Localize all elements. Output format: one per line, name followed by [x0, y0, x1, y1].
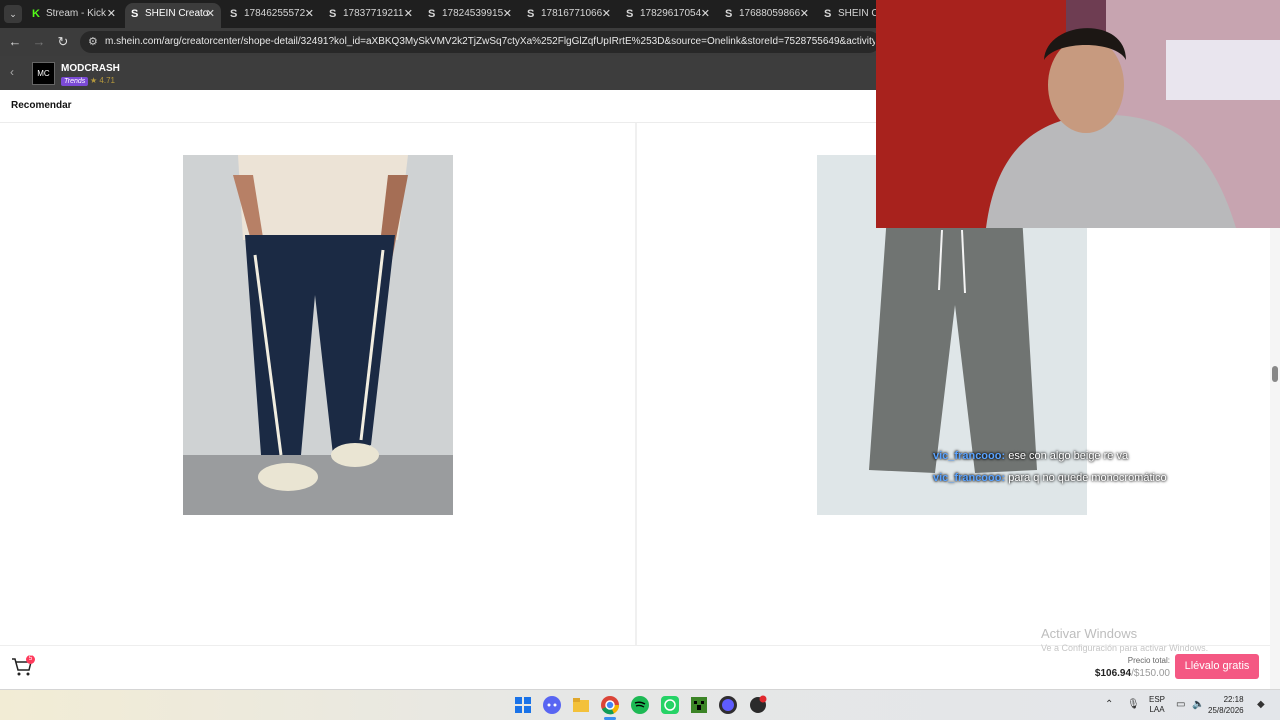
- volume-icon[interactable]: 🔈: [1192, 699, 1204, 710]
- shein-icon: S: [824, 8, 832, 20]
- chat-text: ese con algo beige re va: [1008, 450, 1129, 462]
- column-divider: [635, 123, 637, 645]
- chrome-icon[interactable]: [600, 695, 620, 715]
- shop-logo[interactable]: MC: [32, 62, 55, 85]
- chevron-up-icon[interactable]: ⌃: [1105, 699, 1113, 710]
- section-title: Recomendar: [11, 100, 72, 111]
- chat-username: vic_francooo:: [933, 472, 1006, 484]
- shein-icon: S: [527, 8, 535, 20]
- language-indicator[interactable]: ESP LAA: [1149, 695, 1165, 715]
- tab-shein-creator[interactable]: S SHEIN Creator ✕: [125, 3, 221, 28]
- activate-windows-subtitle: Ve a Configuración para activar Windows.: [1041, 643, 1209, 653]
- url-text[interactable]: m.shein.com/arg/creatorcenter/shope-deta…: [105, 36, 875, 47]
- price-current: $106.94: [1094, 668, 1132, 679]
- tab-search-icon[interactable]: ⌄: [4, 5, 22, 23]
- chat-message: vic_francooo: ese con algo beige re va: [933, 450, 1128, 462]
- price-label: Precio total:: [1127, 656, 1170, 665]
- close-tab-icon[interactable]: ✕: [503, 3, 512, 25]
- notification-icon[interactable]: ◆: [1257, 699, 1265, 710]
- site-info-icon[interactable]: ⚙: [88, 35, 98, 48]
- kick-icon: K: [32, 8, 40, 20]
- close-tab-icon[interactable]: ✕: [107, 3, 116, 25]
- microphone-icon[interactable]: 🎙: [1127, 699, 1140, 710]
- tab-title: 17824539915: [442, 8, 504, 19]
- lang-top: ESP: [1149, 695, 1166, 704]
- tab-shein-item[interactable]: S 17688059866 ✕: [719, 3, 815, 28]
- tab-title: 17688059866: [739, 8, 801, 19]
- url-field[interactable]: ⚙ m.shein.com/arg/creatorcenter/shope-de…: [80, 31, 880, 53]
- tab-title: 17837719211: [343, 8, 404, 19]
- close-tab-icon[interactable]: ✕: [602, 3, 611, 25]
- tab-title: 17846255572: [244, 8, 306, 19]
- tab-title: 17829617054: [640, 8, 702, 19]
- activate-windows-title: Activar Windows: [1041, 626, 1138, 641]
- file-explorer-icon[interactable]: [571, 695, 591, 715]
- tab-shein-item[interactable]: S 17829617054 ✕: [620, 3, 716, 28]
- tab-title: SHEIN Cre: [838, 8, 878, 19]
- close-tab-icon[interactable]: ✕: [206, 3, 215, 25]
- shein-icon: S: [329, 8, 337, 20]
- tab-title: SHEIN Creator: [145, 8, 209, 19]
- shop-name[interactable]: MODCRASH: [61, 63, 120, 74]
- shop-rating: ★ 4.71: [90, 76, 115, 85]
- reload-icon[interactable]: ↻: [54, 33, 72, 51]
- scrollbar[interactable]: [1270, 228, 1280, 689]
- app-notification-icon[interactable]: [748, 695, 768, 715]
- chat-message: vic_francooo: para q no quede monocromát…: [933, 472, 1167, 484]
- forward-arrow-icon[interactable]: →: [30, 33, 48, 51]
- shop-header: ‹ MC MODCRASH Trends ★ 4.71: [0, 56, 876, 90]
- product-image-navy-pants[interactable]: [183, 155, 453, 515]
- trends-badge: Trends: [61, 77, 89, 86]
- tab-shein-item[interactable]: S 17824539915 ✕: [422, 3, 518, 28]
- tab-title: Stream - Kick: [46, 8, 107, 19]
- shein-icon: S: [725, 8, 733, 20]
- webcam-overlay: [876, 0, 1280, 228]
- clock-date: 25/8/2026: [1208, 706, 1244, 715]
- shein-icon: S: [428, 8, 436, 20]
- price-row: $106.94/$150.00: [1095, 668, 1170, 679]
- close-tab-icon[interactable]: ✕: [305, 3, 314, 25]
- cart-count-badge: 5: [26, 655, 35, 664]
- chevron-left-icon[interactable]: ‹: [10, 65, 14, 79]
- shein-icon: S: [131, 8, 139, 20]
- spotify-icon[interactable]: [630, 695, 650, 715]
- chat-username: vic_francooo:: [933, 450, 1006, 462]
- close-tab-icon[interactable]: ✕: [404, 3, 413, 25]
- price-target: /$150.00: [1131, 668, 1170, 679]
- close-tab-icon[interactable]: ✕: [701, 3, 710, 25]
- discord-icon[interactable]: [542, 695, 562, 715]
- taskbar: ⌃ 🎙 ESP LAA ▭ 🔈 22:18 25/8/2026 ◆: [0, 689, 1280, 720]
- lang-bottom: LAA: [1149, 705, 1165, 714]
- tab-title: 17816771066: [541, 8, 603, 19]
- close-tab-icon[interactable]: ✕: [800, 3, 809, 25]
- tab-shein-item[interactable]: S 17846255572 ✕: [224, 3, 320, 28]
- obs-icon[interactable]: [718, 695, 738, 715]
- minecraft-icon[interactable]: [689, 695, 709, 715]
- windows-start-icon[interactable]: [513, 695, 533, 715]
- network-icon[interactable]: ▭: [1176, 699, 1185, 710]
- system-clock[interactable]: 22:18 25/8/2026: [1208, 694, 1244, 716]
- scroll-thumb[interactable]: [1272, 366, 1278, 382]
- tab-shein-item[interactable]: S 17816771066 ✕: [521, 3, 617, 28]
- clock-time: 22:18: [1223, 695, 1244, 704]
- tab-kick[interactable]: K Stream - Kick ✕: [26, 3, 122, 28]
- back-arrow-icon[interactable]: ←: [6, 33, 24, 51]
- get-free-button[interactable]: Llévalo gratis: [1175, 654, 1259, 679]
- chat-text: para q no quede monocromático: [1008, 472, 1167, 484]
- shein-icon: S: [626, 8, 634, 20]
- whatsapp-icon[interactable]: [660, 695, 680, 715]
- tab-shein-creator-2[interactable]: S SHEIN Cre: [818, 3, 878, 28]
- shein-icon: S: [230, 8, 238, 20]
- tab-shein-item[interactable]: S 17837719211 ✕: [323, 3, 419, 28]
